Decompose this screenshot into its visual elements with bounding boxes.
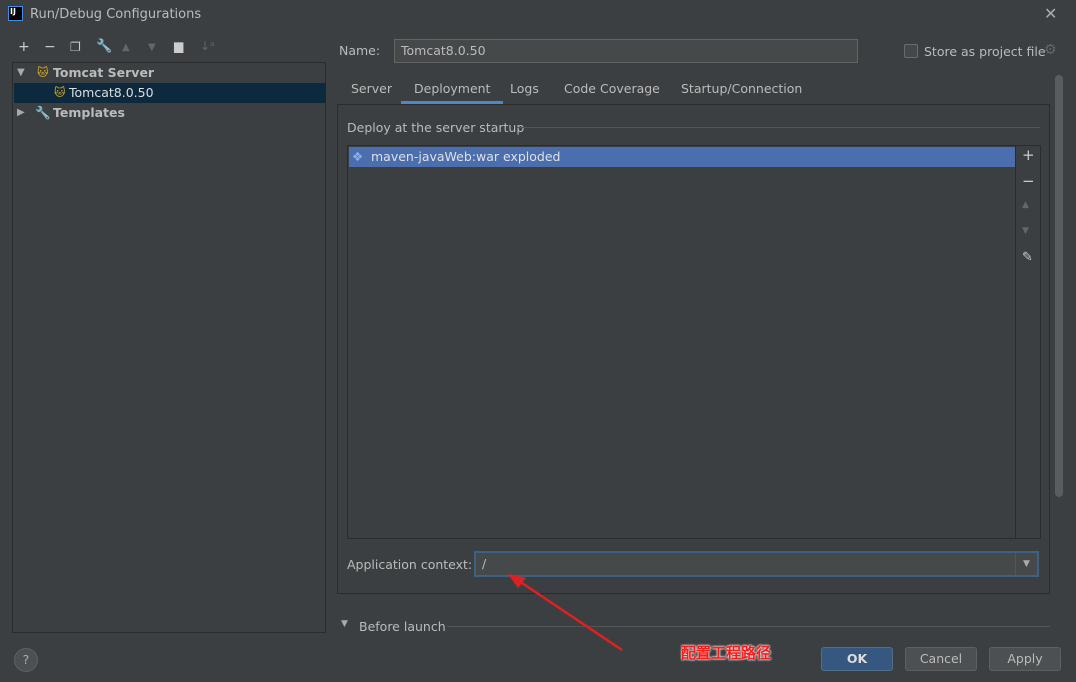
annotation-text: 配置工程路径 <box>681 644 772 662</box>
cancel-button[interactable]: Cancel <box>905 647 977 671</box>
annotation-arrow <box>508 574 623 652</box>
apply-button[interactable]: Apply <box>989 647 1061 671</box>
ok-button[interactable]: OK <box>821 647 893 671</box>
